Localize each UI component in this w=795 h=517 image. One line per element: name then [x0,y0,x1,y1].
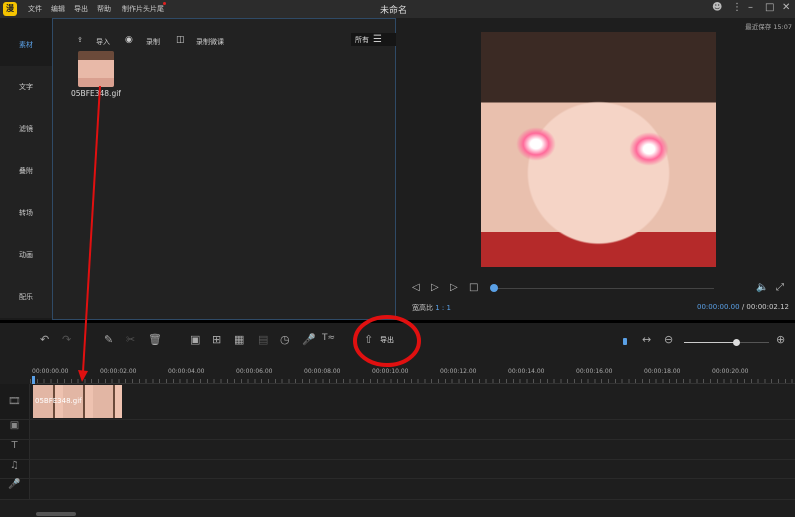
next-frame-icon[interactable]: ▷ [450,282,458,293]
total-time: 00:00:02.12 [746,303,789,311]
ruler-label: 00:00:12.00 [440,368,477,375]
menu-help[interactable]: 帮助 [97,4,111,14]
preview-panel: 最近保存 15:07 ◁ ▷ ▷ □ 🔈 ⤢ 宽高比 1 : 1 00:00:0… [396,18,795,320]
freeze-icon[interactable]: ▤ [258,333,268,346]
media-filename: 05BFE348.gif [71,89,121,98]
minimize-icon[interactable]: – [748,2,753,13]
ruler-label: 00:00:02.00 [100,368,137,375]
filter-value: 所有 [355,36,369,44]
export-button[interactable]: 导出 [380,335,394,345]
ruler-label: 00:00:00.00 [32,368,69,375]
record-icon[interactable]: ◉ [125,35,133,45]
cheek-right [629,132,669,166]
delete-icon[interactable]: 🗑 [148,333,162,346]
zoom-in-icon[interactable]: ⊕ [776,333,785,346]
ruler-label: 00:00:04.00 [168,368,205,375]
close-icon[interactable]: ✕ [782,2,790,13]
playback-knob[interactable] [490,284,498,292]
ruler-label: 00:00:20.00 [712,368,749,375]
media-panel: ⇪ 导入 ◉ 录制 ◫ 录制微课 所有⌄ ☰ 05BFE348.gif [52,18,415,320]
playhead[interactable] [32,376,35,384]
ruler-label: 00:00:16.00 [576,368,613,375]
voice-track-icon: 🎤 [0,479,30,499]
zoom-slider-fill [684,342,737,343]
video-track-icon: 🎞 [0,384,30,419]
export-icon[interactable]: ⇧ [364,333,373,346]
ruler-label: 00:00:08.00 [304,368,341,375]
tab-music[interactable]: 配乐 [0,276,52,318]
menu-export[interactable]: 导出 [74,4,88,14]
mosaic-icon[interactable]: ▦ [234,333,244,346]
zoom-out-icon[interactable]: ⊖ [664,333,673,346]
zoom-slider-knob[interactable] [733,339,740,346]
marker-icon[interactable] [623,338,627,345]
menu-edit[interactable]: 编辑 [51,4,65,14]
aspect-ratio: 宽高比 1 : 1 [412,303,451,313]
ruler-label: 00:00:14.00 [508,368,545,375]
redo-icon[interactable]: ↷ [62,333,71,346]
tab-filter[interactable]: 滤镜 [0,108,52,150]
zoom-frame-icon[interactable]: ⊞ [212,333,221,346]
import-icon[interactable]: ⇪ [77,36,83,44]
play-icon[interactable]: ▷ [431,282,439,293]
cut-icon[interactable]: ✂ [126,333,135,346]
last-saved: 最近保存 15:07 [745,23,792,31]
voice-track: 🎤 [0,479,795,500]
tab-text[interactable]: 文字 [0,66,52,108]
side-tabs: 素材 文字 滤镜 叠附 转场 动画 配乐 [0,18,52,320]
maximize-icon[interactable]: □ [765,2,774,13]
mic-icon[interactable]: 🎤 [302,333,316,346]
tab-transition[interactable]: 转场 [0,192,52,234]
media-thumbnail[interactable] [78,51,114,87]
text-to-speech-icon[interactable]: T≈ [322,333,335,343]
timeline-scrollbar[interactable] [36,512,76,516]
music-track-icon: ♫ [0,460,30,478]
timeline-clip[interactable]: 05BFE348.gif [33,385,122,418]
cheek-left [516,127,556,161]
record-lesson-icon[interactable]: ◫ [176,35,185,45]
volume-icon[interactable]: 🔈 [756,282,768,293]
playback-slider[interactable] [494,288,714,289]
fit-icon[interactable]: ↔ [642,333,651,346]
time-separator: / [741,303,745,311]
app-logo: 漫 [3,2,17,16]
aspect-ratio-value[interactable]: 1 : 1 [435,304,451,312]
prev-frame-icon[interactable]: ◁ [412,282,420,293]
edit-toolbar: ↶ ↷ ✎ ✂ 🗑 ▣ ⊞ ▦ ▤ ◷ 🎤 T≈ ⇧ 导出 ↔ ⊖ ⊕ [0,323,795,361]
stop-icon[interactable]: □ [469,282,478,293]
time-display: 00:00:00.00 / 00:00:02.12 [697,303,789,311]
aspect-ratio-label: 宽高比 [412,304,433,312]
tab-media[interactable]: 素材 [0,24,52,66]
text-track: T [0,440,795,460]
user-icon[interactable]: ☻ [712,2,722,13]
pip-track-icon: ▣ [0,420,30,439]
ruler-label: 00:00:18.00 [644,368,681,375]
ruler-label: 00:00:06.00 [236,368,273,375]
ruler-label: 00:00:10.00 [372,368,409,375]
tab-overlay[interactable]: 叠附 [0,150,52,192]
edit-icon[interactable]: ✎ [104,333,113,346]
import-button[interactable]: 导入 [96,37,110,47]
zoom-slider[interactable] [684,342,769,343]
more-icon[interactable]: ⋮ [732,2,742,13]
notification-dot [163,2,166,5]
title-bar: 漫 文件 编辑 导出 帮助 制作片头片尾 未命名 ☻ ⋮ – □ ✕ [0,0,795,18]
current-time: 00:00:00.00 [697,303,740,311]
record-lesson-button[interactable]: 录制微课 [196,37,224,47]
record-button[interactable]: 录制 [146,37,160,47]
window-title: 未命名 [380,6,408,16]
menu-file[interactable]: 文件 [28,4,42,14]
menu-intro-outro[interactable]: 制作片头片尾 [122,4,164,14]
crop-icon[interactable]: ▣ [190,333,200,346]
duration-icon[interactable]: ◷ [280,333,290,346]
pip-track: ▣ [0,420,795,440]
preview-video [481,32,716,267]
list-view-icon[interactable]: ☰ [373,34,382,45]
undo-icon[interactable]: ↶ [40,333,49,346]
text-track-icon: T [0,440,30,459]
tab-animation[interactable]: 动画 [0,234,52,276]
fullscreen-icon[interactable]: ⤢ [776,282,784,293]
music-track: ♫ [0,460,795,479]
